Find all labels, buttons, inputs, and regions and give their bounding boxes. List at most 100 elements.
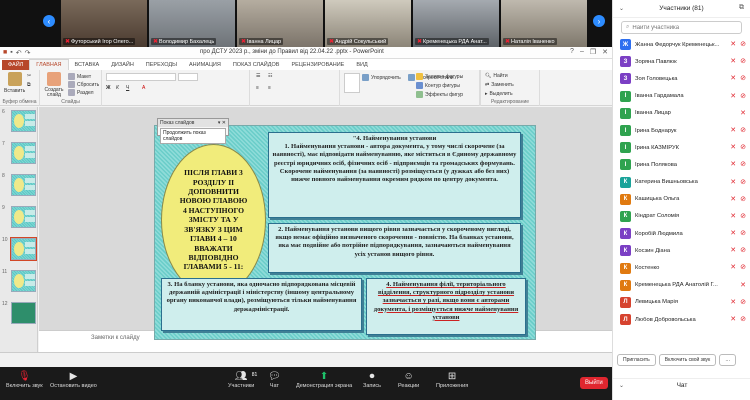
copy-icon[interactable]: ⧉ bbox=[27, 82, 31, 88]
ribbon-tabs: ФАЙЛ ГЛАВНАЯ ВСТАВКА ДИЗАЙН ПЕРЕХОДЫ АНИ… bbox=[0, 59, 612, 70]
participant-row[interactable]: З Зоя Головецька ✕ ⊘ bbox=[613, 70, 750, 87]
bullets-icon[interactable]: ☰ bbox=[256, 73, 260, 79]
participant-row[interactable]: І Ірина Полякова ✕ ⊘ bbox=[613, 156, 750, 173]
tab-animations[interactable]: АНИМАЦИЯ bbox=[183, 60, 227, 70]
reactions-button[interactable]: ☺ Реакции bbox=[398, 370, 419, 389]
popup-close-icon[interactable]: ▾ ✕ bbox=[218, 120, 226, 126]
tab-transitions[interactable]: ПЕРЕХОДЫ bbox=[140, 60, 183, 70]
strip-next-icon[interactable]: › bbox=[593, 15, 605, 27]
participant-row[interactable]: І Ірина Боднарук ✕ ⊘ bbox=[613, 122, 750, 139]
slide-thumbnail[interactable]: 9 bbox=[0, 203, 37, 233]
redo-icon[interactable]: ↷ bbox=[25, 49, 31, 57]
share-screen-button[interactable]: ⬆ Демонстрация экрана bbox=[296, 370, 352, 389]
participant-row[interactable]: Ж Жанна Федорчук Кременецьк... ✕ ⊘ bbox=[613, 36, 750, 53]
participants-title: Участники (81) bbox=[659, 5, 704, 12]
record-button[interactable]: ⏺ Запись bbox=[363, 370, 381, 389]
find-button[interactable]: 🔍︎ Найти bbox=[485, 73, 508, 79]
participant-row[interactable]: З Зоряна Павлюк ✕ ⊘ bbox=[613, 53, 750, 70]
mic-muted-icon: ✕ bbox=[730, 126, 737, 134]
layout-button[interactable]: Макет bbox=[68, 73, 91, 80]
video-tile[interactable]: ✖Андрій Сокульський bbox=[325, 0, 411, 47]
popout-icon[interactable]: ⧉ bbox=[739, 4, 744, 12]
participant-row[interactable]: І Іванна Гардамала ✕ ⊘ bbox=[613, 88, 750, 105]
participant-name: Іванна Лицар bbox=[635, 110, 671, 117]
tab-slideshow[interactable]: ПОКАЗ СЛАЙДОВ bbox=[227, 60, 286, 70]
participant-row[interactable]: К Костенко ✕ ⊘ bbox=[613, 259, 750, 276]
numbering-icon[interactable]: ☷ bbox=[268, 73, 272, 79]
video-tile[interactable]: ✖Кременецька РДА Анат... bbox=[413, 0, 499, 47]
tab-home[interactable]: ГЛАВНАЯ bbox=[29, 59, 69, 70]
participant-row[interactable]: К Коробій Людмила ✕ ⊘ bbox=[613, 225, 750, 242]
participant-row[interactable]: К Косзин Діана ✕ ⊘ bbox=[613, 242, 750, 259]
tab-insert[interactable]: ВСТАВКА bbox=[69, 60, 106, 70]
video-tile[interactable]: ✖Іванна Лицар bbox=[237, 0, 323, 47]
chat-button[interactable]: 💬︎ Чат bbox=[268, 370, 281, 389]
tab-design[interactable]: ДИЗАЙН bbox=[105, 60, 140, 70]
minimize-icon[interactable]: – bbox=[580, 48, 584, 56]
apps-button[interactable]: ⊞ Приложения bbox=[436, 370, 468, 389]
replace-button[interactable]: ⇄ Заменить bbox=[485, 82, 514, 88]
slide-thumbnail[interactable]: 8 bbox=[0, 171, 37, 201]
save-icon[interactable]: ▪ bbox=[10, 49, 12, 56]
arrange-button[interactable]: Упорядочить bbox=[362, 74, 401, 81]
shape-fill-button[interactable]: Заливка фигуры bbox=[416, 73, 463, 80]
unmute-button[interactable]: 🎙︎ Включить звук bbox=[6, 370, 43, 389]
chevron-down-icon[interactable]: ⌄ bbox=[619, 382, 624, 389]
italic-icon[interactable]: К bbox=[116, 85, 119, 91]
slide-thumbnail[interactable]: 6 bbox=[0, 107, 37, 137]
font-size-box[interactable] bbox=[178, 73, 198, 81]
mic-muted-icon: ✕ bbox=[730, 144, 737, 152]
video-tile[interactable]: ✖Наталія Іваненко bbox=[501, 0, 587, 47]
participant-row[interactable]: І Іванна Лицар ✕ bbox=[613, 105, 750, 122]
participant-row[interactable]: К Кременецька РДА Анатолій Г... ✕ bbox=[613, 277, 750, 294]
tab-view[interactable]: ВИД bbox=[350, 60, 373, 70]
bold-icon[interactable]: Ж bbox=[106, 85, 111, 91]
underline-icon[interactable]: Ч bbox=[126, 85, 129, 91]
close-icon[interactable]: ✕ bbox=[602, 48, 608, 56]
tab-review[interactable]: РЕЦЕНЗИРОВАНИЕ bbox=[285, 60, 350, 70]
help-icon[interactable]: ? bbox=[570, 48, 574, 56]
participant-row[interactable]: Л Левицька Марія ✕ ⊘ bbox=[613, 294, 750, 311]
current-slide[interactable]: ПІСЛЯ ГЛАВИ 3 РОЗДІЛУ ІІ ДОПОВНИТИ НОВОЮ… bbox=[154, 125, 536, 340]
participant-row[interactable]: І Ірина КАЗМІРУК ✕ ⊘ bbox=[613, 139, 750, 156]
select-button[interactable]: ▸ Выделить bbox=[485, 91, 513, 97]
strip-prev-icon[interactable]: ‹ bbox=[43, 15, 55, 27]
paste-button[interactable]: Вставить bbox=[4, 72, 25, 94]
fill-icon bbox=[416, 73, 423, 80]
video-tile[interactable]: ✖Футорський Ігор Олего... bbox=[61, 0, 147, 47]
stop-video-button[interactable]: ▶ Остановить видео bbox=[50, 370, 97, 389]
section-button[interactable]: Раздел bbox=[68, 89, 94, 96]
invite-button[interactable]: Пригласить bbox=[617, 354, 656, 366]
chat-header[interactable]: ⌄ Чат bbox=[613, 378, 750, 392]
shape-effects-button[interactable]: Эффекты фигур bbox=[416, 91, 463, 98]
mic-off-icon: ✖ bbox=[329, 39, 335, 45]
participant-search-input[interactable] bbox=[632, 24, 733, 31]
shape-outline-button[interactable]: Контур фигуры bbox=[416, 82, 460, 89]
resume-slideshow-button[interactable]: Продолжить показ слайдов bbox=[160, 128, 226, 144]
video-tile[interactable]: ✖Володимир Бахалець bbox=[149, 0, 235, 47]
participants-button[interactable]: 👥︎ 81 Участники bbox=[228, 370, 257, 389]
align-center-icon[interactable]: ≡ bbox=[268, 85, 271, 91]
cut-icon[interactable]: ✂ bbox=[27, 73, 31, 79]
restore-icon[interactable]: ❐ bbox=[590, 48, 596, 56]
font-name-box[interactable] bbox=[106, 73, 176, 81]
tab-file[interactable]: ФАЙЛ bbox=[2, 60, 30, 70]
slide-thumbnail[interactable]: 11 bbox=[0, 267, 37, 297]
more-button[interactable]: … bbox=[719, 354, 737, 366]
new-slide-button[interactable]: Создать слайд bbox=[44, 72, 64, 98]
slide-thumbnail[interactable]: 12 bbox=[0, 299, 37, 329]
undo-icon[interactable]: ↶ bbox=[16, 49, 22, 57]
leave-meeting-button[interactable]: Выйти bbox=[580, 377, 608, 389]
align-left-icon[interactable]: ≡ bbox=[256, 85, 259, 91]
slide-thumbnail-selected[interactable]: 10 bbox=[0, 235, 37, 265]
participant-row[interactable]: К Кашицька Ольга ✕ ⊘ bbox=[613, 191, 750, 208]
participant-row[interactable]: К Кіндрат Соломія ✕ ⊘ bbox=[613, 208, 750, 225]
unmute-self-button[interactable]: Включить свой звук bbox=[658, 354, 717, 366]
reset-button[interactable]: Сбросить bbox=[68, 81, 99, 88]
chevron-down-icon[interactable]: ⌄ bbox=[619, 5, 624, 12]
shapes-gallery[interactable] bbox=[344, 73, 360, 93]
font-color-icon[interactable]: A bbox=[142, 85, 145, 91]
participant-row[interactable]: Л Любов Добровольська ✕ ⊘ bbox=[613, 311, 750, 328]
participant-row[interactable]: К Катерина Вишньовська ✕ ⊘ bbox=[613, 174, 750, 191]
slide-thumbnail[interactable]: 7 bbox=[0, 139, 37, 169]
